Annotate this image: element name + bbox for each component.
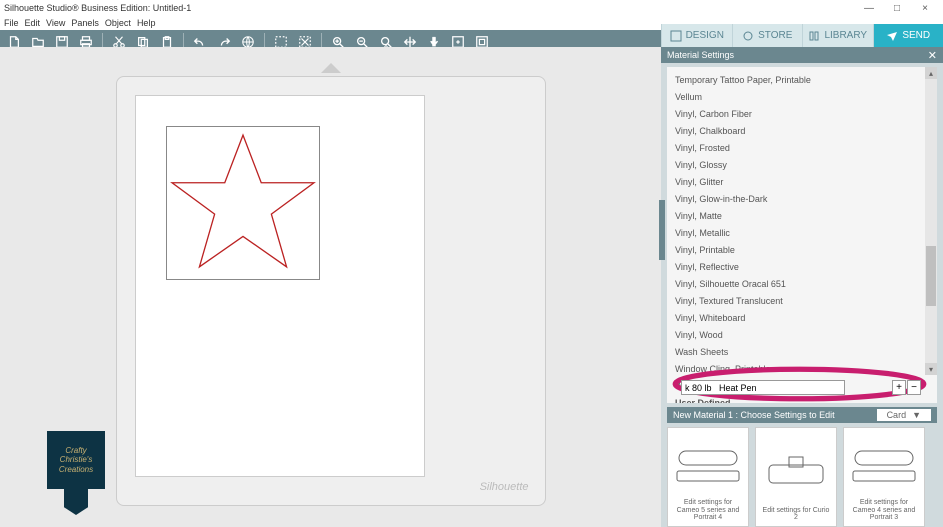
panel-close-icon[interactable]: ✕ [928, 49, 937, 62]
new-material-label: New Material 1 : Choose Settings to Edit [673, 410, 835, 420]
menu-help[interactable]: Help [137, 18, 156, 28]
material-item[interactable]: Vinyl, Glitter [673, 173, 931, 190]
panel-collapse-handle[interactable] [659, 200, 665, 260]
material-type-select[interactable]: Card▼ [877, 409, 931, 421]
machine-caption: Edit settings for Curio 2 [760, 507, 832, 522]
watermark-logo: Crafty Christie's Creations [47, 431, 105, 517]
chevron-down-icon: ▼ [912, 410, 921, 420]
material-item[interactable]: Vinyl, Whiteboard [673, 309, 931, 326]
material-list[interactable]: Temporary Tattoo Paper, Printable Vellum… [667, 67, 937, 403]
cutting-mat: Silhouette [116, 76, 546, 506]
material-item[interactable]: Vinyl, Metallic [673, 224, 931, 241]
machine-card[interactable]: Edit settings for Curio 2 [755, 427, 837, 527]
silhouette-watermark: Silhouette [480, 481, 529, 493]
material-item[interactable]: Wash Sheets [673, 343, 931, 360]
feed-arrow-icon [321, 63, 341, 73]
page[interactable] [135, 95, 425, 477]
machine-caption: Edit settings for Cameo 4 series and Por… [848, 499, 920, 522]
material-item[interactable]: Vinyl, Chalkboard [673, 122, 931, 139]
tab-library[interactable]: LIBRARY [802, 24, 873, 47]
menu-panels[interactable]: Panels [71, 18, 99, 28]
machine-card[interactable]: Edit settings for Cameo 5 series and Por… [667, 427, 749, 527]
star-shape[interactable] [166, 126, 320, 280]
machine-card[interactable]: Edit settings for Cameo 4 series and Por… [843, 427, 925, 527]
app-title: Silhouette Studio® Business Edition: Unt… [4, 3, 191, 13]
material-item[interactable]: Vinyl, Printable [673, 241, 931, 258]
machine-caption: Edit settings for Cameo 5 series and Por… [672, 499, 744, 522]
material-item[interactable]: Vinyl, Wood [673, 326, 931, 343]
machine-icon [760, 432, 832, 507]
machine-icon [848, 432, 920, 499]
material-name-input[interactable] [681, 380, 845, 395]
material-item[interactable]: Vinyl, Silhouette Oracal 651 [673, 275, 931, 292]
close-button[interactable]: × [911, 1, 939, 15]
min-button[interactable]: — [855, 1, 883, 15]
menu-edit[interactable]: Edit [25, 18, 41, 28]
tab-design[interactable]: DESIGN [661, 24, 732, 47]
machine-icon [672, 432, 744, 499]
material-item[interactable]: Vellum [673, 88, 931, 105]
scroll-thumb[interactable] [926, 246, 936, 306]
material-item[interactable]: Vinyl, Carbon Fiber [673, 105, 931, 122]
material-item[interactable]: Vinyl, Frosted [673, 139, 931, 156]
material-item[interactable]: Vinyl, Matte [673, 207, 931, 224]
add-material-button[interactable]: + [892, 380, 906, 395]
scroll-up-icon[interactable]: ▴ [925, 67, 937, 79]
menu-object[interactable]: Object [105, 18, 131, 28]
material-item[interactable]: Vinyl, Glow-in-the-Dark [673, 190, 931, 207]
scrollbar[interactable]: ▴ ▾ [925, 67, 937, 375]
tab-send[interactable]: SEND [873, 24, 943, 47]
remove-material-button[interactable]: − [907, 380, 921, 395]
max-button[interactable]: □ [883, 1, 911, 15]
material-item[interactable]: Vinyl, Textured Translucent [673, 292, 931, 309]
material-item[interactable]: Temporary Tattoo Paper, Printable [673, 71, 931, 88]
tab-store[interactable]: STORE [732, 24, 803, 47]
material-item[interactable]: Vinyl, Reflective [673, 258, 931, 275]
menu-view[interactable]: View [46, 18, 65, 28]
material-item[interactable]: Vinyl, Glossy [673, 156, 931, 173]
panel-title: Material Settings [667, 50, 734, 60]
menu-file[interactable]: File [4, 18, 19, 28]
